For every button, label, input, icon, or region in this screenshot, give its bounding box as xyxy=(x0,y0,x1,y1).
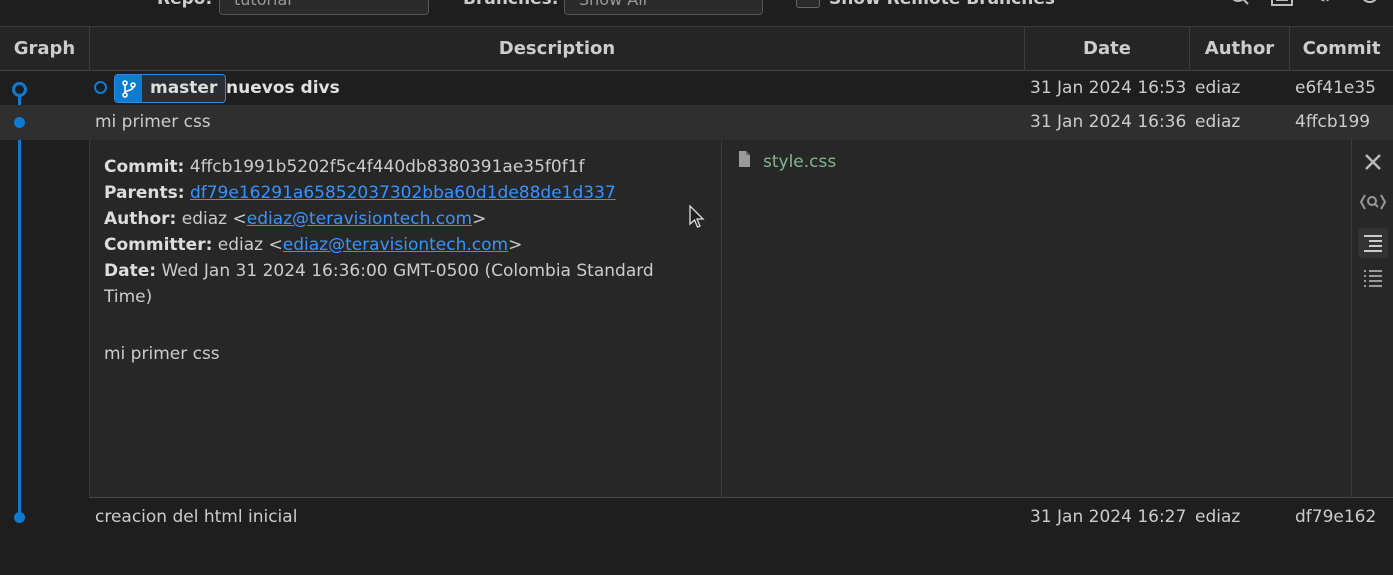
gear-icon[interactable] xyxy=(1314,0,1336,8)
branch-label-master[interactable]: master xyxy=(114,74,227,103)
repo-select[interactable]: tutorial xyxy=(219,0,429,15)
author-name: ediaz < xyxy=(181,209,247,229)
commit-row[interactable]: creacion del html inicial 31 Jan 2024 16… xyxy=(0,500,1393,535)
commit-hash: df79e162 xyxy=(1295,507,1377,527)
parents-label: Parents: xyxy=(104,183,185,203)
mouse-cursor-icon xyxy=(689,204,705,234)
branches-label: Branches: xyxy=(463,0,559,9)
commit-hash: e6f41e35 xyxy=(1295,78,1376,98)
commit-label: Commit: xyxy=(104,157,185,177)
committer-email-link[interactable]: ediaz@teravisiontech.com xyxy=(283,235,508,255)
commit-author: ediaz xyxy=(1195,507,1241,527)
graph-line xyxy=(18,89,21,518)
committer-name: ediaz < xyxy=(217,235,283,255)
graph-node-head[interactable] xyxy=(12,82,27,97)
branch-name: master xyxy=(142,75,226,102)
list-view-icon[interactable] xyxy=(1358,263,1388,293)
details-toolbar xyxy=(1351,140,1393,498)
commit-message: creacion del html inicial xyxy=(95,507,298,527)
commit-column-header[interactable]: Commit xyxy=(1290,27,1393,71)
commit-details-panel: Commit: 4ffcb1991b5202f5c4f440db8380391a… xyxy=(89,140,1393,498)
author-column-header[interactable]: Author xyxy=(1190,27,1290,71)
refresh-icon[interactable] xyxy=(1359,0,1381,8)
commit-date-full: Wed Jan 31 2024 16:36:00 GMT-0500 (Colom… xyxy=(104,261,654,307)
show-remote-label[interactable]: Show Remote Branches xyxy=(829,0,1055,9)
toolbar: Repo: tutorial Branches: Show All Show R… xyxy=(0,0,1393,26)
date-label: Date: xyxy=(104,261,157,281)
graph-node[interactable] xyxy=(14,117,25,128)
branches-select[interactable]: Show All xyxy=(564,0,763,15)
date-column-header[interactable]: Date xyxy=(1025,27,1190,71)
description-column-header[interactable]: Description xyxy=(90,27,1025,71)
terminal-icon[interactable] xyxy=(1271,0,1293,8)
tree-view-icon[interactable] xyxy=(1358,228,1388,258)
column-header: Graph Description Date Author Commit xyxy=(0,26,1393,71)
changed-files-list: style.css xyxy=(722,140,1352,498)
commit-date: 31 Jan 2024 16:53 xyxy=(1030,78,1187,98)
commit-details-info: Commit: 4ffcb1991b5202f5c4f440db8380391a… xyxy=(90,140,722,498)
repo-label: Repo: xyxy=(157,0,212,9)
head-indicator-icon xyxy=(94,81,107,94)
commit-date: 31 Jan 2024 16:27 xyxy=(1030,507,1187,527)
author-label: Author: xyxy=(104,209,177,229)
graph-node[interactable] xyxy=(14,512,25,523)
search-code-icon[interactable] xyxy=(1358,187,1388,217)
commit-author: ediaz xyxy=(1195,112,1241,132)
commit-author: ediaz xyxy=(1195,78,1241,98)
graph-column-header[interactable]: Graph xyxy=(0,27,90,71)
commit-message: nuevos divs xyxy=(226,78,340,98)
parent-hash-link[interactable]: df79e16291a65852037302bba60d1de88de1d337 xyxy=(190,183,616,203)
file-icon xyxy=(738,151,751,172)
committer-label: Committer: xyxy=(104,235,213,255)
commit-date: 31 Jan 2024 16:36 xyxy=(1030,112,1187,132)
close-icon[interactable] xyxy=(1358,147,1388,177)
author-email-close: > xyxy=(472,209,487,229)
file-name: style.css xyxy=(763,151,837,172)
committer-email-close: > xyxy=(508,235,523,255)
show-remote-checkbox[interactable] xyxy=(796,0,820,8)
file-item[interactable]: style.css xyxy=(738,151,836,172)
commit-message: mi primer css xyxy=(95,112,211,132)
commit-full-hash: 4ffcb1991b5202f5c4f440db8380391ae35f0f1f xyxy=(189,157,585,177)
branch-icon xyxy=(115,75,142,102)
author-email-link[interactable]: ediaz@teravisiontech.com xyxy=(247,209,472,229)
commit-hash: 4ffcb199 xyxy=(1295,112,1371,132)
commit-row-selected[interactable]: mi primer css 31 Jan 2024 16:36 ediaz 4f… xyxy=(0,105,1393,140)
search-icon[interactable] xyxy=(1229,0,1251,8)
commit-body: mi primer css xyxy=(104,344,220,364)
